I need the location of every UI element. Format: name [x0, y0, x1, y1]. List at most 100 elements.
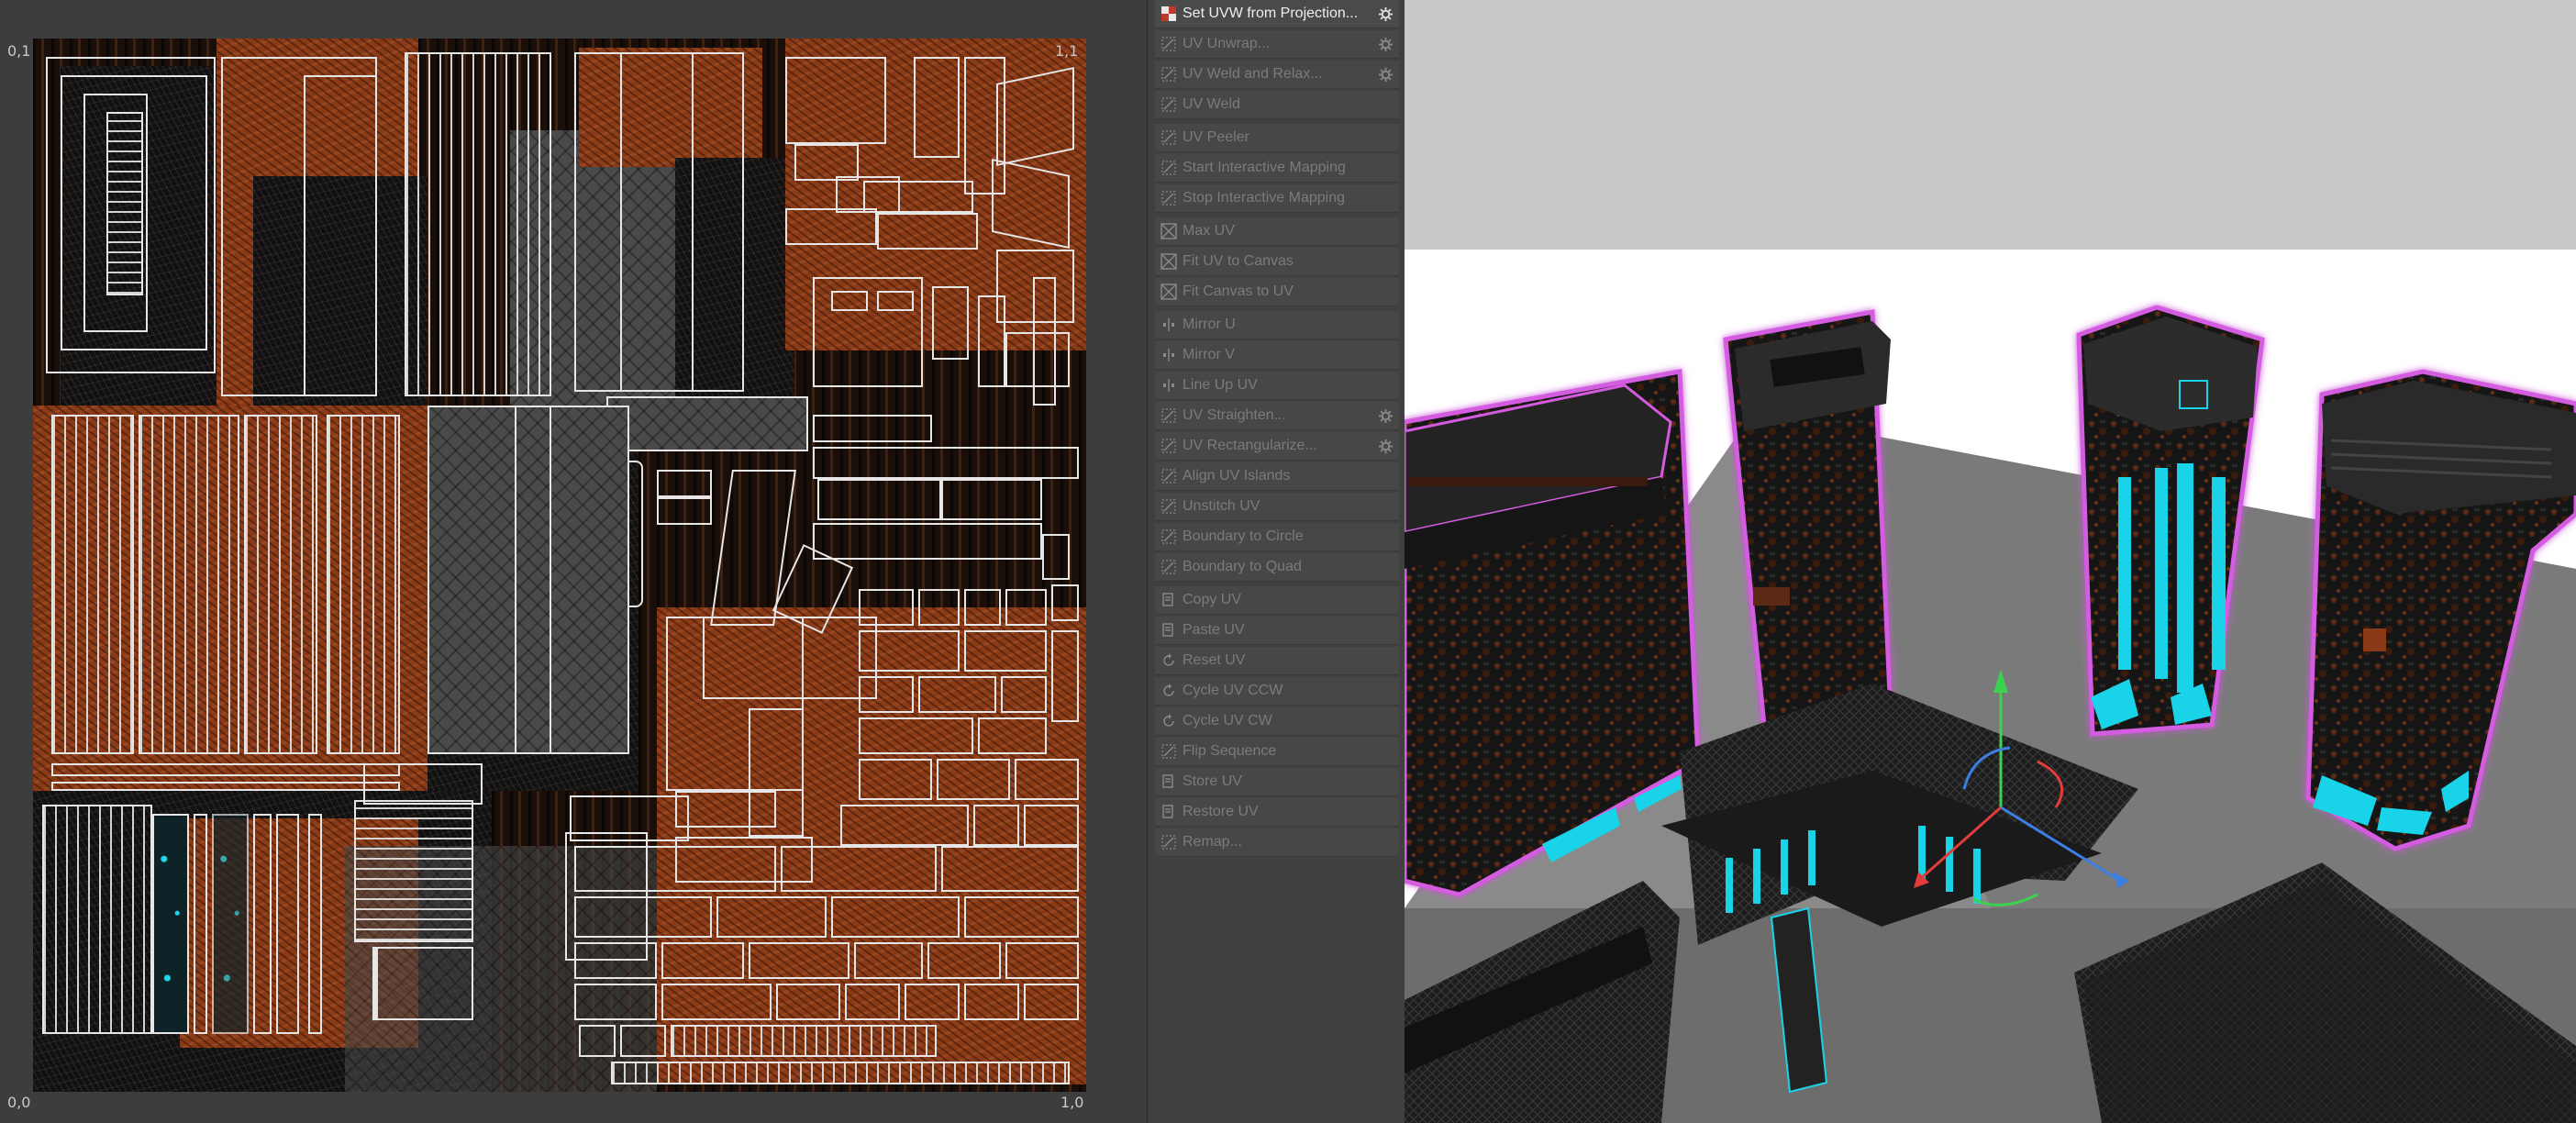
menu-item-cycle-uv-cw[interactable]: Cycle UV CW — [1155, 707, 1399, 736]
uv-island[interactable] — [83, 94, 148, 332]
uv-island[interactable] — [716, 896, 827, 938]
uv-island[interactable] — [253, 814, 272, 1034]
menu-item-start-interactive-mapping[interactable]: Start Interactive Mapping — [1155, 154, 1399, 183]
uv-island[interactable] — [51, 415, 134, 754]
uv-island[interactable] — [964, 984, 1019, 1020]
options-gear-icon[interactable] — [1378, 408, 1393, 424]
uv-island[interactable] — [978, 295, 1005, 387]
uv-island[interactable] — [877, 291, 914, 311]
menu-item-store-uv[interactable]: Store UV — [1155, 768, 1399, 796]
menu-item-boundary-to-circle[interactable]: Boundary to Circle — [1155, 523, 1399, 551]
uv-island[interactable] — [794, 144, 859, 181]
uv-island[interactable] — [776, 984, 840, 1020]
menu-item-uv-unwrap[interactable]: UV Unwrap... — [1155, 30, 1399, 59]
uv-island[interactable] — [964, 589, 1001, 626]
menu-item-cycle-uv-ccw[interactable]: Cycle UV CCW — [1155, 677, 1399, 706]
uv-island[interactable] — [941, 846, 1079, 892]
menu-item-fit-canvas-to-uv[interactable]: Fit Canvas to UV — [1155, 278, 1399, 306]
uv-island[interactable] — [781, 846, 937, 892]
uv-island[interactable] — [1001, 676, 1047, 713]
uv-island[interactable] — [941, 479, 1042, 520]
uv-island[interactable] — [657, 470, 712, 497]
uv-island[interactable] — [845, 984, 900, 1020]
options-gear-icon[interactable] — [1378, 439, 1393, 454]
uv-island[interactable] — [574, 984, 657, 1020]
menu-item-boundary-to-quad[interactable]: Boundary to Quad — [1155, 553, 1399, 582]
uv-island[interactable] — [1005, 942, 1079, 979]
uv-island[interactable] — [42, 805, 152, 1034]
menu-item-align-uv-islands[interactable]: Align UV Islands — [1155, 462, 1399, 491]
uv-island[interactable] — [973, 805, 1019, 846]
uv-island[interactable] — [927, 942, 1001, 979]
menu-item-mirror-v[interactable]: Mirror V — [1155, 341, 1399, 370]
uv-island[interactable] — [671, 1025, 937, 1057]
menu-item-mirror-u[interactable]: Mirror U — [1155, 311, 1399, 339]
uv-island[interactable] — [859, 759, 932, 800]
options-gear-icon[interactable] — [1378, 6, 1393, 22]
uv-island[interactable] — [515, 406, 551, 754]
uv-island[interactable] — [1015, 759, 1079, 800]
uv-island[interactable] — [606, 396, 808, 451]
menu-item-set-uvw-from-projection[interactable]: Set UVW from Projection... — [1155, 0, 1399, 28]
uv-island[interactable] — [1033, 277, 1056, 406]
uv-island[interactable] — [276, 814, 299, 1034]
menu-item-line-up-uv[interactable]: Line Up UV — [1155, 372, 1399, 400]
uv-island[interactable] — [749, 708, 804, 837]
uv-island[interactable] — [363, 763, 483, 805]
uv-island[interactable] — [932, 286, 969, 360]
menu-item-uv-peeler[interactable]: UV Peeler — [1155, 124, 1399, 152]
3d-viewport[interactable] — [1405, 0, 2576, 1123]
uv-island[interactable] — [661, 984, 772, 1020]
uv-canvas[interactable] — [33, 39, 1086, 1092]
uv-editor-panel[interactable]: 0,1 1,1 0,0 1,0 — [0, 0, 1147, 1123]
uv-island[interactable] — [937, 759, 1010, 800]
menu-item-paste-uv[interactable]: Paste UV — [1155, 617, 1399, 645]
uv-island[interactable] — [1024, 984, 1079, 1020]
uv-island[interactable] — [1005, 589, 1047, 626]
uv-island[interactable] — [854, 942, 923, 979]
menu-item-uv-weld[interactable]: UV Weld — [1155, 91, 1399, 119]
uv-island[interactable] — [308, 814, 322, 1034]
menu-item-restore-uv[interactable]: Restore UV — [1155, 798, 1399, 827]
menu-item-unstitch-uv[interactable]: Unstitch UV — [1155, 493, 1399, 521]
uv-island[interactable] — [703, 617, 877, 699]
uv-island[interactable] — [840, 805, 969, 846]
uv-island[interactable] — [859, 717, 973, 754]
uv-island[interactable] — [831, 896, 960, 938]
uv-island[interactable] — [620, 1025, 666, 1057]
uv-island[interactable] — [978, 717, 1047, 754]
uv-island[interactable] — [877, 213, 978, 250]
uv-island[interactable] — [405, 52, 551, 396]
uv-island[interactable] — [813, 447, 1079, 479]
uv-island[interactable] — [574, 942, 657, 979]
menu-item-max-uv[interactable]: Max UV — [1155, 217, 1399, 246]
uv-island[interactable] — [574, 896, 712, 938]
uv-island[interactable] — [1042, 534, 1070, 580]
uv-island[interactable] — [914, 57, 960, 158]
uv-island[interactable] — [244, 415, 317, 754]
menu-item-stop-interactive-mapping[interactable]: Stop Interactive Mapping — [1155, 184, 1399, 213]
uv-island[interactable] — [785, 57, 886, 144]
options-gear-icon[interactable] — [1378, 37, 1393, 52]
menu-item-uv-straighten[interactable]: UV Straighten... — [1155, 402, 1399, 430]
uv-island[interactable] — [964, 630, 1047, 672]
uv-island[interactable] — [785, 208, 877, 245]
uv-island[interactable] — [918, 676, 996, 713]
uv-island[interactable] — [212, 814, 249, 1034]
uv-island[interactable] — [749, 942, 849, 979]
uv-island[interactable] — [863, 181, 973, 213]
uv-island[interactable] — [611, 1062, 1070, 1084]
uv-island[interactable] — [51, 763, 400, 776]
uv-island[interactable] — [859, 589, 914, 626]
uv-island[interactable] — [327, 415, 400, 754]
uv-island[interactable] — [139, 415, 239, 754]
uv-island[interactable] — [152, 814, 189, 1034]
uv-island[interactable] — [304, 75, 377, 396]
menu-item-copy-uv[interactable]: Copy UV — [1155, 586, 1399, 615]
uv-island[interactable] — [905, 984, 960, 1020]
uv-island[interactable] — [859, 630, 960, 672]
uv-island[interactable] — [918, 589, 960, 626]
uv-island[interactable] — [194, 814, 207, 1034]
uv-island[interactable] — [661, 942, 744, 979]
uv-island[interactable] — [1051, 630, 1079, 722]
